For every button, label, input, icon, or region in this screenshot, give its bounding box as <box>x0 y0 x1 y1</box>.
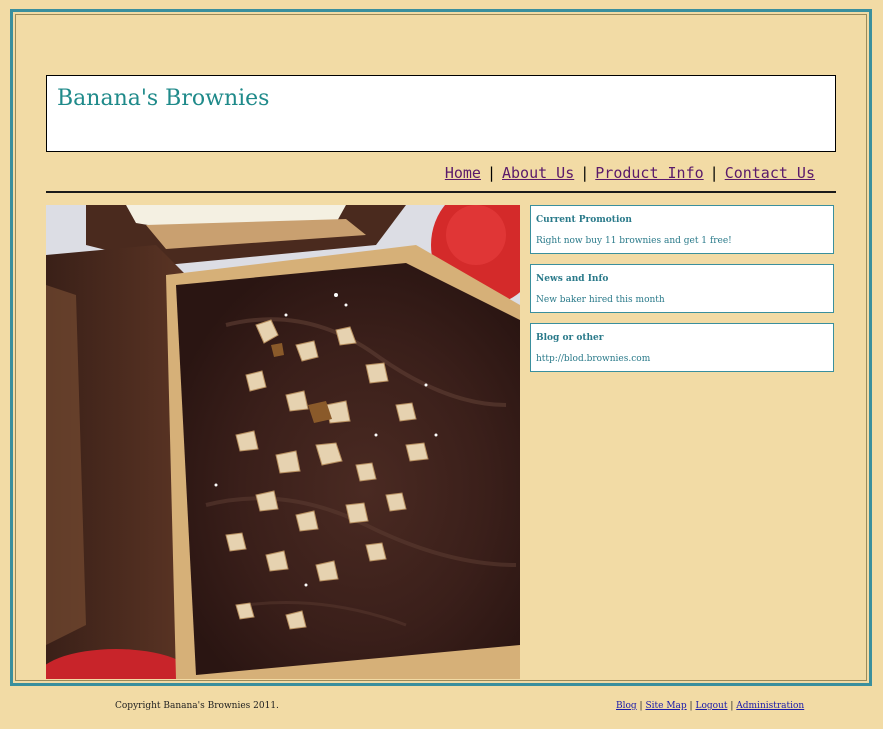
footer-link-site-map[interactable]: Site Map <box>645 701 686 711</box>
blog-title: Blog or other <box>536 333 604 343</box>
footer-link-blog[interactable]: Blog <box>616 701 637 711</box>
footer-separator: | <box>730 701 734 711</box>
footer-copyright: Copyright Banana's Brownies 2011. <box>115 701 279 711</box>
blog-url: http://blod.brownies.com <box>536 354 651 364</box>
promotion-box: Current Promotion Right now buy 11 brown… <box>530 205 834 254</box>
promotion-text: Right now buy 11 brownies and get 1 free… <box>536 236 732 246</box>
nav-divider <box>46 191 836 193</box>
brownie-photo <box>46 205 520 679</box>
footer-link-administration[interactable]: Administration <box>736 701 804 711</box>
news-box: News and Info New baker hired this month <box>530 264 834 313</box>
footer-separator: | <box>639 701 643 711</box>
nav-separator: | <box>580 164 590 182</box>
nav-separator: | <box>486 164 496 182</box>
main-nav: Home | About Us | Product Info | Contact Us <box>46 164 815 182</box>
footer-link-logout[interactable]: Logout <box>695 701 727 711</box>
footer-separator: | <box>689 701 693 711</box>
nav-link-home[interactable]: Home <box>445 164 481 182</box>
promotion-title: Current Promotion <box>536 215 632 225</box>
news-text: New baker hired this month <box>536 295 665 305</box>
blog-box: Blog or other http://blod.brownies.com <box>530 323 834 372</box>
news-title: News and Info <box>536 274 609 284</box>
nav-link-contact-us[interactable]: Contact Us <box>725 164 815 182</box>
nav-link-about-us[interactable]: About Us <box>502 164 574 182</box>
site-title: Banana's Brownies <box>57 86 270 111</box>
footer-links: Blog | Site Map | Logout | Administratio… <box>616 701 804 711</box>
nav-link-product-info[interactable]: Product Info <box>595 164 703 182</box>
header-banner: Banana's Brownies <box>46 75 836 152</box>
nav-separator: | <box>709 164 719 182</box>
